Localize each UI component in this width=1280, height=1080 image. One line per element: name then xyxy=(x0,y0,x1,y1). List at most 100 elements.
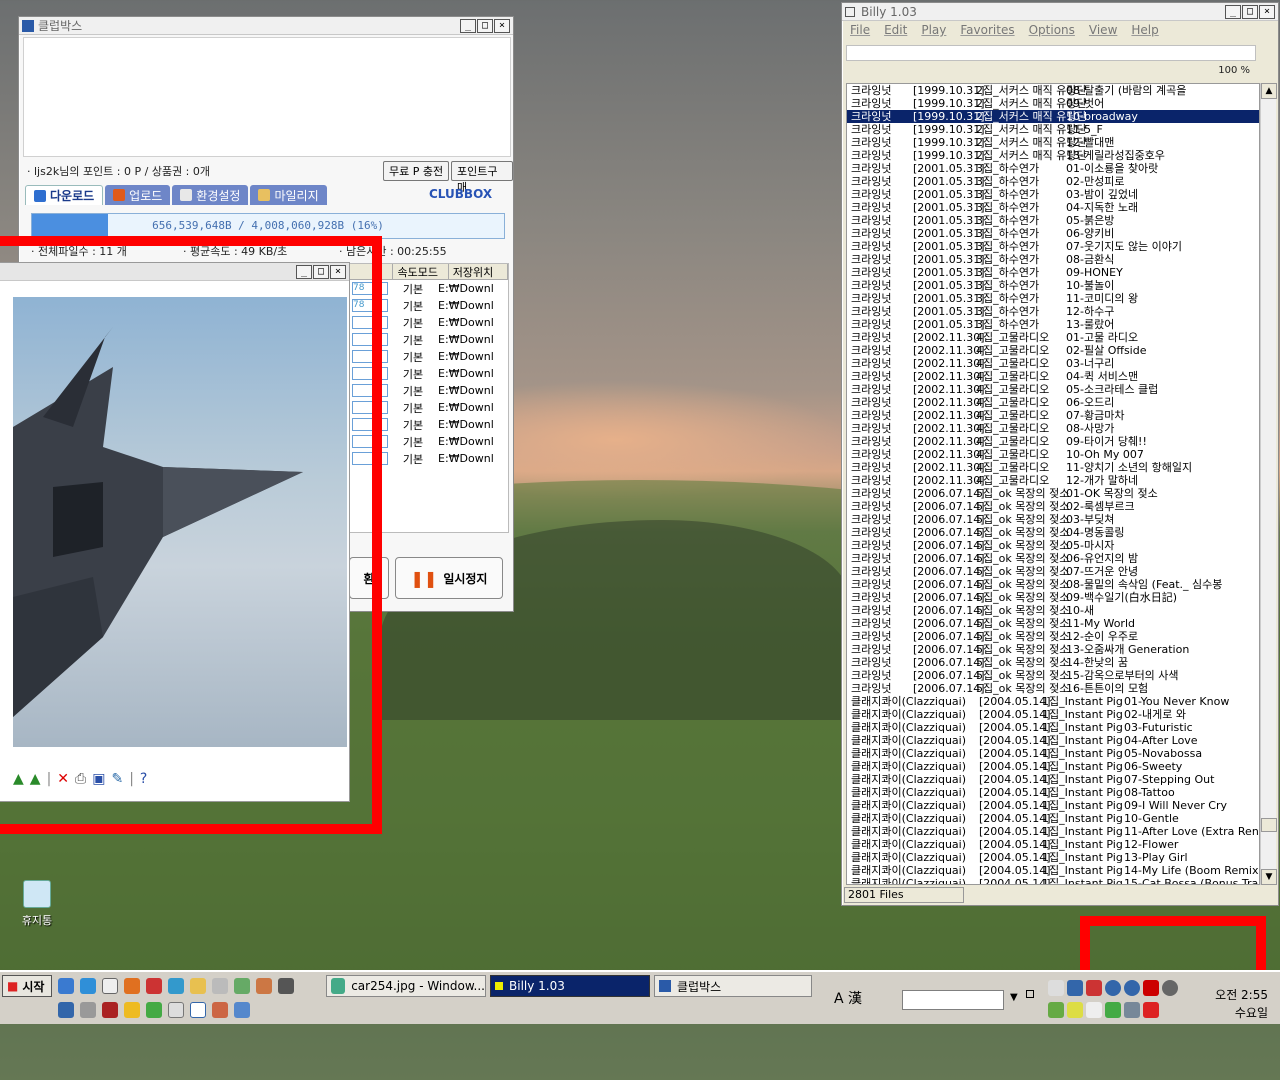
address-go-icon[interactable] xyxy=(1026,990,1034,998)
playlist-item[interactable]: 클래지콰이(Clazziquai) [2004.05.14]1집_Instant … xyxy=(847,734,1259,747)
playlist-item[interactable]: 크라잉넛 [2002.11.30]4집_고물라디오 10-Oh My 007 xyxy=(847,448,1259,461)
maximize-button[interactable]: □ xyxy=(477,18,493,33)
playlist-item[interactable]: 크라잉넛 [2006.07.14]5집_ok 목장의 젖소03-부딪쳐 xyxy=(847,513,1259,526)
playlist-item[interactable]: 클래지콰이(Clazziquai) [2004.05.14]1집_Instant … xyxy=(847,799,1259,812)
menu-favorites[interactable]: Favorites xyxy=(960,23,1014,37)
playlist-item[interactable]: 크라잉넛 [2006.07.14]5집_ok 목장의 젖소12-순이 우주로 xyxy=(847,630,1259,643)
scroll-thumb[interactable] xyxy=(1261,818,1277,832)
playlist-item[interactable]: 크라잉넛 [2006.07.14]5집_ok 목장의 젖소11-My World xyxy=(847,617,1259,630)
ime-indicator[interactable]: A 漢 xyxy=(834,988,862,1008)
tray-search-icon[interactable] xyxy=(1124,1002,1140,1018)
tray-green-icon[interactable] xyxy=(1048,1002,1064,1018)
playlist-item[interactable]: 크라잉넛 [2001.05.31]3집_하수연가 11-코미디의 왕 xyxy=(847,292,1259,305)
playlist-item[interactable]: 크라잉넛 [2006.07.14]5집_ok 목장의 젖소09-백수일기(白水日記… xyxy=(847,591,1259,604)
tab-upload[interactable]: 업로드 xyxy=(105,185,171,205)
playlist-item[interactable]: 크라잉넛 [2001.05.31]3집_하수연가 02-만성피로 xyxy=(847,175,1259,188)
playlist-item[interactable]: 크라잉넛 [2006.07.14]5집_ok 목장의 젖소15-감옥으로부터의 사… xyxy=(847,669,1259,682)
task-clubbox[interactable]: 클럽박스 xyxy=(654,975,812,997)
task-billy[interactable]: Billy 1.03 xyxy=(490,975,650,997)
star-icon[interactable] xyxy=(124,1002,140,1018)
seek-bar[interactable] xyxy=(846,45,1256,61)
app-icon[interactable] xyxy=(102,1002,118,1018)
desktop-icon[interactable] xyxy=(58,978,74,994)
playlist-item[interactable]: 크라잉넛 [1999.10.31]2집_서커스 매직 유랑단09-벗어 xyxy=(847,97,1259,110)
menu-edit[interactable]: Edit xyxy=(884,23,907,37)
menu-help[interactable]: Help xyxy=(1131,23,1158,37)
playlist-item[interactable]: 클래지콰이(Clazziquai) [2004.05.14]1집_Instant … xyxy=(847,851,1259,864)
clock[interactable]: 오전 2:55 수요일 xyxy=(1215,986,1268,1022)
scroll-up-button[interactable]: ▲ xyxy=(1261,83,1277,99)
tray-speaker-icon[interactable] xyxy=(1143,980,1159,996)
playlist-scrollbar[interactable]: ▲ ▼ xyxy=(1260,83,1277,885)
tool-icon[interactable] xyxy=(234,978,250,994)
playlist-item[interactable]: 크라잉넛 [1999.10.31]2집_서커스 매직 유랑단11-5_F xyxy=(847,123,1259,136)
opera-icon[interactable] xyxy=(146,978,162,994)
playlist-item[interactable]: 크라잉넛 [2001.05.31]3집_하수연가 10-불놀이 xyxy=(847,279,1259,292)
firefox-icon[interactable] xyxy=(124,978,140,994)
playlist-item[interactable]: 크라잉넛 [2001.05.31]3집_하수연가 12-하수구 xyxy=(847,305,1259,318)
playlist-item[interactable]: 크라잉넛 [2001.05.31]3집_하수연가 03-밤이 깊었네 xyxy=(847,188,1259,201)
recycle-bin[interactable]: 휴지통 xyxy=(14,880,60,928)
playlist-item[interactable]: 크라잉넛 [2001.05.31]3집_하수연가 06-양키비 xyxy=(847,227,1259,240)
playlist-item[interactable]: 클래지콰이(Clazziquai) [2004.05.14]1집_Instant … xyxy=(847,773,1259,786)
menu-play[interactable]: Play xyxy=(921,23,946,37)
billy-minimize-button[interactable]: _ xyxy=(1225,4,1241,19)
playlist-item[interactable]: 클래지콰이(Clazziquai) [2004.05.14]1집_Instant … xyxy=(847,812,1259,825)
billy-maximize-button[interactable]: □ xyxy=(1242,4,1258,19)
playlist-item[interactable]: 크라잉넛 [2001.05.31]3집_하수연가 05-붉은방 xyxy=(847,214,1259,227)
playlist-item[interactable]: 크라잉넛 [2001.05.31]3집_하수연가 13-룰랐어 xyxy=(847,318,1259,331)
notepad-icon[interactable] xyxy=(212,978,228,994)
billy-titlebar[interactable]: Billy 1.03 _ □ × xyxy=(842,3,1278,21)
excel-icon[interactable] xyxy=(234,1002,250,1018)
playlist-item[interactable]: 크라잉넛 [2006.07.14]5집_ok 목장의 젖소08-물밑의 속삭임 (… xyxy=(847,578,1259,591)
tray-info-icon[interactable] xyxy=(1105,980,1121,996)
playlist-item[interactable]: 클래지콰이(Clazziquai) [2004.05.14]1집_Instant … xyxy=(847,721,1259,734)
playlist-item[interactable]: 크라잉넛 [2006.07.14]5집_ok 목장의 젖소04-명동콜링 xyxy=(847,526,1259,539)
clubbox-titlebar[interactable]: 클럽박스 _ □ × xyxy=(19,17,513,35)
playlist-item[interactable]: 크라잉넛 [2001.05.31]3집_하수연가 01-이소룡을 찾아랏 xyxy=(847,162,1259,175)
playlist-item[interactable]: 크라잉넛 [2002.11.30]4집_고물라디오 08-사망가 xyxy=(847,422,1259,435)
playlist-item[interactable]: 크라잉넛 [2002.11.30]4집_고물라디오 01-고물 라디오 xyxy=(847,331,1259,344)
tray-user-icon[interactable] xyxy=(1124,980,1140,996)
playlist-item[interactable]: 크라잉넛 [2006.07.14]5집_ok 목장의 젖소13-오줌싸개 Gene… xyxy=(847,643,1259,656)
col-speed-mode[interactable]: 속도모드 xyxy=(393,264,449,279)
start-button[interactable]: ■ 시작 xyxy=(2,975,52,997)
playlist-item[interactable]: 클래지콰이(Clazziquai) [2004.05.14]1집_Instant … xyxy=(847,877,1259,884)
menu-file[interactable]: File xyxy=(850,23,870,37)
menu-options[interactable]: Options xyxy=(1029,23,1075,37)
messenger-icon[interactable] xyxy=(168,978,184,994)
address-bar-input[interactable] xyxy=(902,990,1004,1010)
playlist-item[interactable]: 크라잉넛 [1999.10.31]2집_서커스 매직 유랑단10-broadway xyxy=(847,110,1259,123)
playlist-item[interactable]: 크라잉넛 [2001.05.31]3집_하수연가 09-HONEY xyxy=(847,266,1259,279)
playlist-item[interactable]: 크라잉넛 [2006.07.14]5집_ok 목장의 젖소01-OK 목장의 젖소 xyxy=(847,487,1259,500)
playlist-item[interactable]: 크라잉넛 [2002.11.30]4집_고물라디오 07-황금마차 xyxy=(847,409,1259,422)
tray-arrow-icon[interactable] xyxy=(1067,980,1083,996)
playlist-item[interactable]: 크라잉넛 [2006.07.14]5집_ok 목장의 젖소07-뜨거운 안녕 xyxy=(847,565,1259,578)
playlist-item[interactable]: 크라잉넛 [2006.07.14]5집_ok 목장의 젖소02-룩셈부르크 xyxy=(847,500,1259,513)
playlist-item[interactable]: 클래지콰이(Clazziquai) [2004.05.14]1집_Instant … xyxy=(847,864,1259,877)
free-charge-button[interactable]: 무료 P 충전 xyxy=(383,161,450,181)
playlist-item[interactable]: 클래지콰이(Clazziquai) [2004.05.14]1집_Instant … xyxy=(847,747,1259,760)
monitor-icon[interactable] xyxy=(58,1002,74,1018)
playlist-item[interactable]: 크라잉넛 [2002.11.30]4집_고물라디오 12-개가 말하네 xyxy=(847,474,1259,487)
pause-button[interactable]: ❚❚ 일시정지 xyxy=(395,557,503,599)
folder-icon[interactable] xyxy=(190,978,206,994)
playlist-item[interactable]: 크라잉넛 [2006.07.14]5집_ok 목장의 젖소05-마시자 xyxy=(847,539,1259,552)
playlist-item[interactable]: 크라잉넛 [1999.10.31]2집_서커스 매직 유랑단12-빨대맨 xyxy=(847,136,1259,149)
tray-bar-icon[interactable] xyxy=(1067,1002,1083,1018)
playlist-item[interactable]: 크라잉넛 [2006.07.14]5집_ok 목장의 젖소10-새 xyxy=(847,604,1259,617)
playlist-item[interactable]: 클래지콰이(Clazziquai) [2004.05.14]1집_Instant … xyxy=(847,708,1259,721)
playlist-item[interactable]: 클래지콰이(Clazziquai) [2004.05.14]1집_Instant … xyxy=(847,786,1259,799)
google-icon[interactable] xyxy=(102,978,118,994)
playlist-item[interactable]: 크라잉넛 [2001.05.31]3집_하수연가 08-금환식 xyxy=(847,253,1259,266)
bin-icon[interactable] xyxy=(212,1002,228,1018)
billy-close-button[interactable]: × xyxy=(1259,4,1275,19)
playlist-item[interactable]: 크라잉넛 [2006.07.14]5집_ok 목장의 젖소06-유언지의 밤 xyxy=(847,552,1259,565)
playlist-item[interactable]: 크라잉넛 [1999.10.31]2집_서커스 매직 유랑단08-탈출기 (바람의… xyxy=(847,84,1259,97)
scroll-down-button[interactable]: ▼ xyxy=(1261,869,1277,885)
tray-doc-icon[interactable] xyxy=(1086,1002,1102,1018)
playlist-item[interactable]: 클래지콰이(Clazziquai) [2004.05.14]1집_Instant … xyxy=(847,695,1259,708)
playlist-item[interactable]: 크라잉넛 [2002.11.30]4집_고물라디오 05-소크라테스 클럽 xyxy=(847,383,1259,396)
playlist-item[interactable]: 크라잉넛 [2006.07.14]5집_ok 목장의 젖소14-한낮의 꿈 xyxy=(847,656,1259,669)
tray-check-icon[interactable] xyxy=(1105,1002,1121,1018)
